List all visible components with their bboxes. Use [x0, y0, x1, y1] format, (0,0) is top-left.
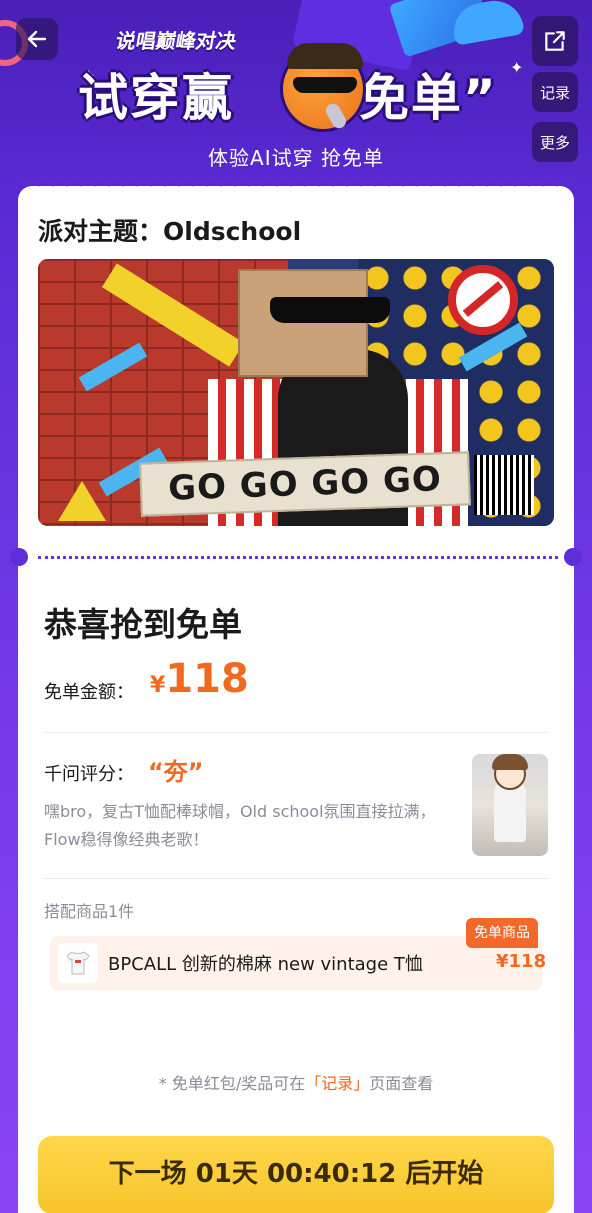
rating-comment: 嘿bro，复古T恤配棒球帽，Old school氛围直接拉满，Flow稳得像经典…	[44, 802, 436, 849]
product-thumbnail	[58, 943, 98, 983]
theme-banner-image: GO GO GO GO	[38, 259, 554, 526]
person-figure	[494, 782, 526, 842]
back-arrow-icon	[27, 30, 47, 48]
ticket-divider	[38, 556, 558, 559]
free-product-badge: 免单商品	[466, 918, 538, 948]
warning-icon	[58, 481, 106, 521]
ticket-notch-left	[10, 548, 28, 566]
section-separator	[44, 878, 548, 879]
note-suffix: 页面查看	[369, 1074, 434, 1093]
free-amount-label: 免单金额：	[44, 682, 134, 703]
back-button[interactable]	[16, 18, 58, 60]
sunglasses-graphic	[270, 297, 390, 323]
event-subtitle: 说唱巅峰对决	[113, 29, 239, 53]
record-button[interactable]: 记录	[532, 72, 578, 112]
ticket-notch-right	[564, 548, 582, 566]
barcode-graphic	[474, 455, 534, 515]
product-name: BPCALL 创新的棉麻 new vintage T恤	[108, 954, 423, 975]
ticket-scalloped-edge	[18, 180, 574, 192]
section-separator	[44, 732, 548, 733]
share-button[interactable]	[532, 16, 578, 66]
mascot-hair	[287, 43, 363, 69]
cartoon-hair	[492, 754, 528, 770]
congrats-heading: 恭喜抢到免单	[44, 605, 242, 644]
mascot-avatar	[280, 43, 366, 132]
product-price: ¥118	[496, 951, 547, 972]
free-amount-value: ¥118	[150, 656, 249, 702]
tryon-photo-thumbnail[interactable]	[472, 754, 548, 856]
mascot-sunglasses	[293, 77, 357, 93]
rating-value: “夯”	[148, 758, 204, 786]
records-note: * 免单红包/奖品可在「记录」页面查看	[0, 1070, 592, 1094]
banner-slogan: GO GO GO GO	[139, 451, 471, 517]
note-prefix: * 免单红包/奖品可在	[158, 1074, 306, 1093]
tshirt-icon	[66, 951, 90, 975]
share-icon	[545, 31, 565, 51]
header-banner: ✦ ✦ 记录 更多 说唱巅峰对决 试穿赢 “免单” 体验AI试穿 抢免单	[0, 0, 592, 190]
amount-number: 118	[165, 656, 249, 702]
event-tagline: 体验AI试穿 抢免单	[208, 146, 384, 170]
paper-bag-head	[238, 269, 390, 377]
matched-products-label: 搭配商品1件	[44, 902, 135, 921]
sparkle-icon: ✦	[510, 58, 524, 77]
next-round-button[interactable]: 下一场 01天 00:40:12 后开始	[38, 1136, 554, 1213]
records-link[interactable]: 「记录」	[305, 1074, 369, 1093]
rating-label: 千问评分：	[44, 764, 134, 785]
currency-symbol: ¥	[150, 673, 166, 698]
no-entry-icon	[448, 265, 518, 335]
title-left: 试穿赢	[78, 69, 234, 127]
party-theme-title: 派对主题：Oldschool	[38, 217, 302, 246]
